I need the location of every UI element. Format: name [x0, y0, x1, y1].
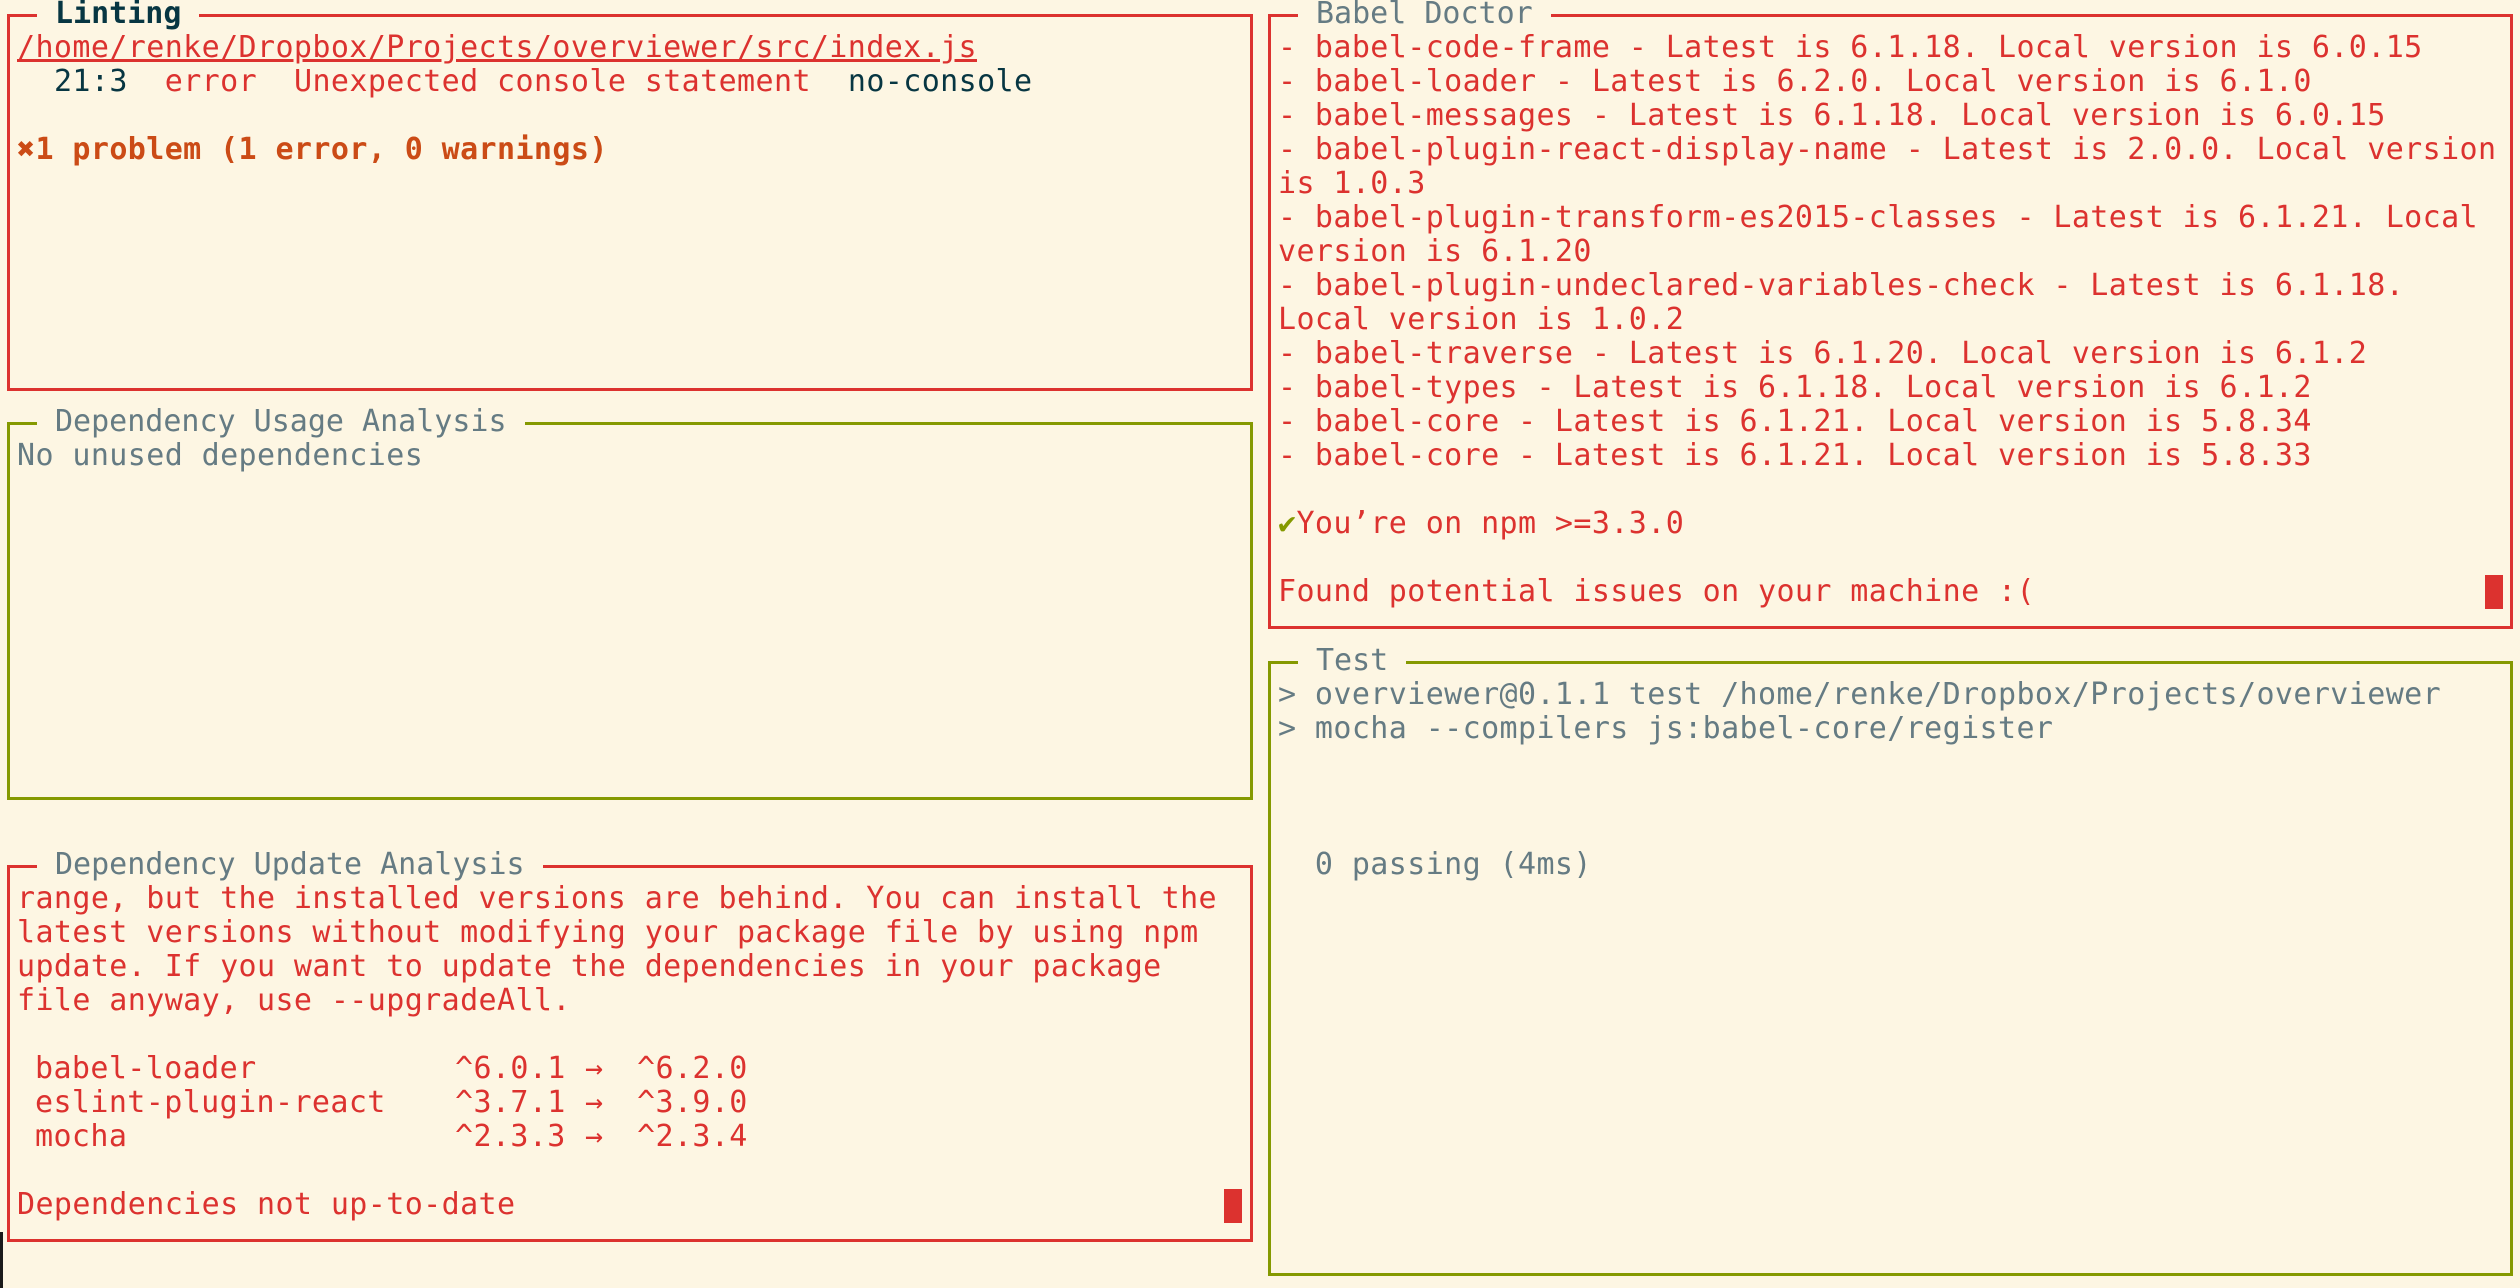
dependency-update-status: Dependencies not up-to-date: [17, 1187, 516, 1222]
outdated-package-row: eslint-plugin-react ^3.7.1 → ^3.9.0: [17, 1086, 1243, 1120]
package-current-version: ^6.0.1: [455, 1051, 566, 1086]
linting-panel: Linting /home/renke/Dropbox/Projects/ove…: [7, 0, 1253, 391]
lint-issue-rule: no-console: [847, 64, 1033, 99]
package-name: mocha: [35, 1119, 128, 1154]
babel-package-line: - babel-loader - Latest is 6.2.0. Local …: [1278, 64, 2312, 99]
update-description-line: file anyway, use --upgradeAll.: [17, 983, 571, 1018]
update-description-line: latest versions without modifying your p…: [17, 915, 1199, 950]
package-name: eslint-plugin-react: [35, 1085, 386, 1120]
test-result: 0 passing (4ms): [1278, 847, 1592, 882]
terminal-cursor: [2485, 575, 2503, 609]
mouse-pointer-edge: [0, 1232, 3, 1288]
lint-summary-text: 1 problem (1 error, 0 warnings): [35, 132, 608, 167]
dependency-usage-content: No unused dependencies: [17, 439, 1243, 797]
babel-package-line: - babel-traverse - Latest is 6.1.20. Loc…: [1278, 336, 2368, 371]
package-latest-version: ^6.2.0: [637, 1051, 748, 1086]
dependency-usage-message: No unused dependencies: [17, 439, 424, 473]
babel-doctor-panel: Babel Doctor - babel-code-frame - Latest…: [1268, 0, 2513, 629]
lint-file-path[interactable]: /home/renke/Dropbox/Projects/overviewer/…: [17, 31, 1243, 65]
dependency-usage-panel-title: Dependency Usage Analysis: [37, 405, 525, 439]
cross-icon: ✖: [17, 132, 36, 167]
dependency-usage-panel: Dependency Usage Analysis No unused depe…: [7, 405, 1253, 800]
npm-version-check-text: You’re on npm >=3.3.0: [1296, 506, 1685, 541]
outdated-package-row: mocha ^2.3.3 → ^2.3.4: [17, 1120, 1243, 1154]
update-description-line: update. If you want to update the depend…: [17, 949, 1162, 984]
arrow-right-icon: →: [585, 1119, 604, 1154]
lint-issue-location: 21:3: [53, 64, 128, 99]
terminal-cursor: [1224, 1189, 1242, 1223]
lint-issue-message: Unexpected console statement: [293, 64, 811, 99]
linting-panel-title: Linting: [37, 0, 200, 31]
checkmark-icon: ✔: [1278, 506, 1297, 541]
package-current-version: ^2.3.3: [455, 1119, 566, 1154]
babel-package-line: - babel-types - Latest is 6.1.18. Local …: [1278, 370, 2312, 405]
babel-package-line: Local version is 1.0.2: [1278, 302, 1685, 337]
babel-doctor-content: - babel-code-frame - Latest is 6.1.18. L…: [1278, 31, 2503, 626]
babel-package-line: - babel-plugin-transform-es2015-classes …: [1278, 200, 2478, 235]
test-command-line: > overviewer@0.1.1 test /home/renke/Drop…: [1278, 678, 2442, 712]
npm-version-check: ✔You’re on npm >=3.3.0: [1278, 507, 2503, 541]
lint-issue-severity: error: [164, 64, 258, 99]
babel-package-line: - babel-core - Latest is 6.1.21. Local v…: [1278, 404, 2312, 439]
arrow-right-icon: →: [585, 1051, 604, 1086]
babel-package-line: is 1.0.3: [1278, 166, 1426, 201]
babel-package-line: - babel-plugin-undeclared-variables-chec…: [1278, 268, 2405, 303]
babel-package-line: - babel-code-frame - Latest is 6.1.18. L…: [1278, 31, 2423, 65]
babel-package-line: - babel-messages - Latest is 6.1.18. Loc…: [1278, 98, 2386, 133]
lint-issue-row: 21:3 error Unexpected console statement …: [17, 65, 1243, 99]
test-command-line: > mocha --compilers js:babel-core/regist…: [1278, 711, 2054, 746]
lint-summary: ✖1 problem (1 error, 0 warnings): [17, 133, 1243, 167]
babel-package-line: - babel-core - Latest is 6.1.21. Local v…: [1278, 438, 2312, 473]
babel-doctor-result: Found potential issues on your machine :…: [1278, 574, 2035, 609]
dependency-update-content: range, but the installed versions are be…: [17, 882, 1243, 1239]
package-latest-version: ^3.9.0: [637, 1085, 748, 1120]
linting-content: /home/renke/Dropbox/Projects/overviewer/…: [17, 31, 1243, 388]
package-name: babel-loader: [35, 1051, 257, 1086]
test-panel: Test > overviewer@0.1.1 test /home/renke…: [1268, 644, 2513, 1276]
package-current-version: ^3.7.1: [455, 1085, 566, 1120]
test-content: > overviewer@0.1.1 test /home/renke/Drop…: [1278, 678, 2503, 1273]
arrow-right-icon: →: [585, 1085, 604, 1120]
dependency-update-panel: Dependency Update Analysis range, but th…: [7, 848, 1253, 1242]
test-panel-title: Test: [1298, 644, 1407, 678]
babel-package-line: version is 6.1.20: [1278, 234, 1592, 269]
outdated-package-row: babel-loader ^6.0.1 → ^6.2.0: [17, 1052, 1243, 1086]
update-description-line: range, but the installed versions are be…: [17, 882, 1217, 916]
babel-package-line: - babel-plugin-react-display-name - Late…: [1278, 132, 2497, 167]
package-latest-version: ^2.3.4: [637, 1119, 748, 1154]
dependency-update-panel-title: Dependency Update Analysis: [37, 848, 543, 882]
babel-doctor-panel-title: Babel Doctor: [1298, 0, 1551, 31]
